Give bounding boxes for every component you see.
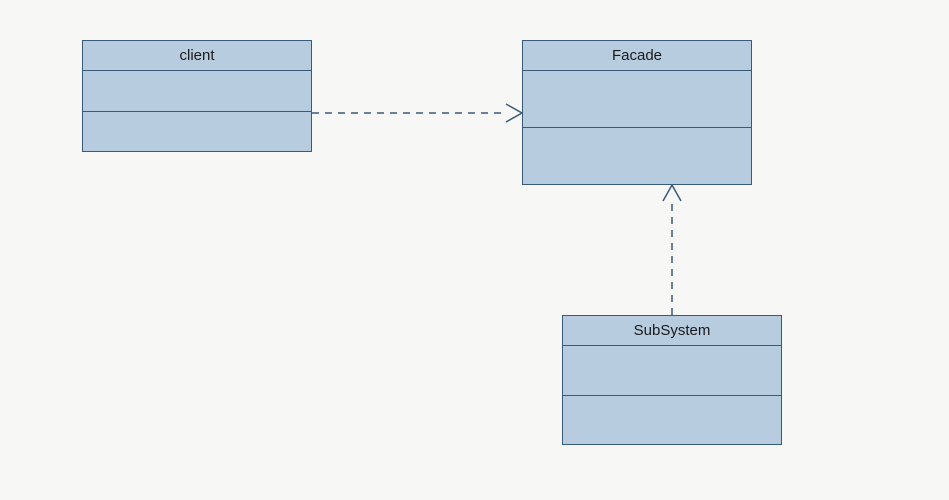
uml-class-name: Facade bbox=[523, 41, 751, 71]
dependency-subsystem-to-facade bbox=[663, 185, 681, 315]
uml-class-operations bbox=[563, 396, 781, 445]
uml-class-operations bbox=[83, 112, 311, 152]
uml-class-client[interactable]: client bbox=[82, 40, 312, 152]
uml-class-operations bbox=[523, 128, 751, 184]
dependency-client-to-facade bbox=[312, 104, 522, 122]
uml-class-name: SubSystem bbox=[563, 316, 781, 346]
uml-class-attributes bbox=[523, 71, 751, 128]
uml-class-facade[interactable]: Facade bbox=[522, 40, 752, 185]
uml-class-subsystem[interactable]: SubSystem bbox=[562, 315, 782, 445]
uml-class-attributes bbox=[563, 346, 781, 396]
uml-class-attributes bbox=[83, 71, 311, 112]
uml-class-name: client bbox=[83, 41, 311, 71]
